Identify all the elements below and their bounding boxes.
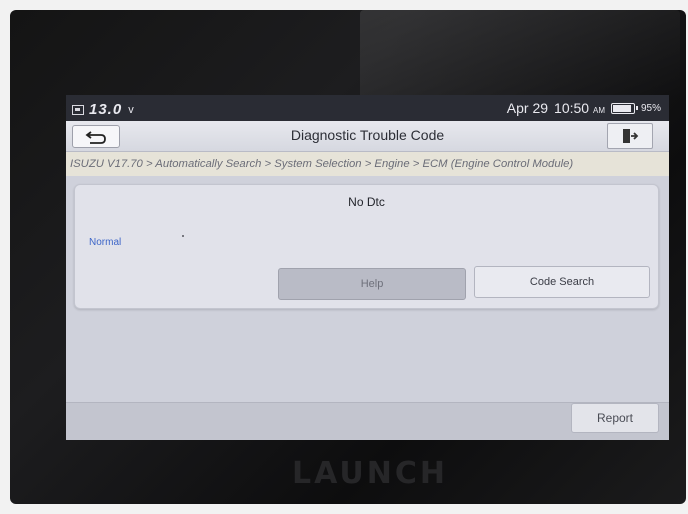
time-label: 10:50 AM xyxy=(554,100,605,116)
breadcrumb: ISUZU V17.70 > Automatically Search > Sy… xyxy=(66,152,669,176)
vehicle-battery-icon xyxy=(72,104,84,115)
code-search-button[interactable]: Code Search xyxy=(474,266,650,298)
title-bar: Diagnostic Trouble Code xyxy=(66,121,669,152)
ampm-label: AM xyxy=(592,106,605,115)
bottom-toolbar: Report xyxy=(66,402,669,440)
voltage-value: 13.0 xyxy=(89,101,123,118)
dtc-result-card: No Dtc Normal Help Code Search xyxy=(74,184,659,309)
main-content: No Dtc Normal Help Code Search xyxy=(66,176,669,402)
screen-glare xyxy=(360,10,680,100)
exit-door-icon xyxy=(623,129,639,143)
voltage-unit: v xyxy=(128,103,134,116)
voltage-indicator: 13.0 v xyxy=(72,101,134,118)
device-brand-label: LAUNCH xyxy=(291,456,448,491)
date-label: Apr 29 xyxy=(506,100,549,116)
battery-icon xyxy=(610,102,638,114)
page-title: Diagnostic Trouble Code xyxy=(290,127,445,143)
dtc-result-title: No Dtc xyxy=(348,195,385,209)
screen-speck xyxy=(182,235,184,237)
help-button[interactable]: Help xyxy=(278,268,466,300)
system-status-label: Normal xyxy=(89,237,122,248)
battery-fill xyxy=(612,104,632,112)
device-screen: 13.0 v Apr 29 10:50 AM 95% Diagnostic Tro… xyxy=(66,95,669,440)
battery-percent: 95% xyxy=(640,102,661,114)
exit-button[interactable] xyxy=(607,123,653,149)
status-bar: 13.0 v Apr 29 10:50 AM 95% xyxy=(66,95,669,121)
time-value: 10:50 xyxy=(554,100,590,116)
report-button[interactable]: Report xyxy=(571,403,659,433)
status-right: Apr 29 10:50 AM 95% xyxy=(507,100,661,116)
